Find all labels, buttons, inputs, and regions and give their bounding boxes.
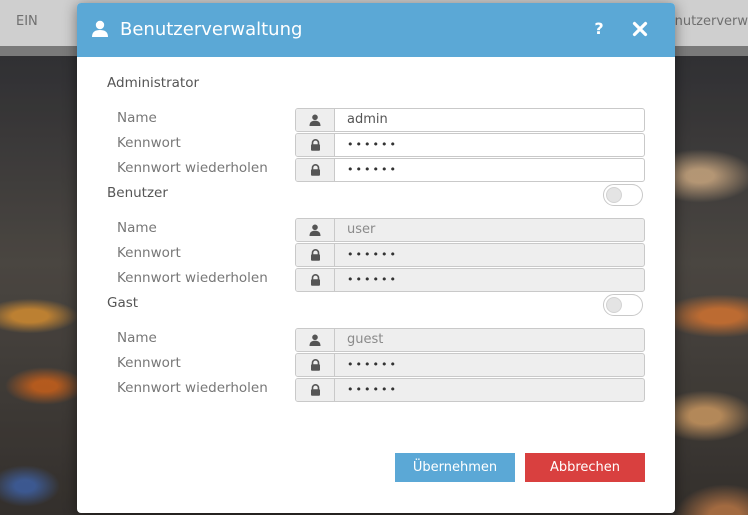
apply-button[interactable]: Übernehmen (395, 453, 515, 482)
gast-password-repeat-label: Kennwort wiederholen (117, 380, 268, 396)
section-title-benutzer: Benutzer (107, 185, 168, 201)
lock-icon (296, 159, 335, 181)
user-management-dialog: Benutzerverwaltung ? Administrator Name … (77, 3, 675, 513)
section-title-administrator: Administrator (107, 75, 200, 91)
gast-password-repeat-value: •••••• (347, 383, 398, 396)
admin-password-field[interactable]: •••••• (295, 133, 645, 157)
benutzer-password-value: •••••• (347, 248, 398, 261)
lock-icon (296, 269, 335, 291)
background-topbar-left-text: EIN (16, 14, 38, 29)
gast-password-repeat-field[interactable]: •••••• (295, 378, 645, 402)
admin-name-field[interactable]: admin (295, 108, 645, 132)
benutzer-toggle[interactable] (603, 184, 643, 206)
benutzer-name-field[interactable]: user (295, 218, 645, 242)
gast-password-value: •••••• (347, 358, 398, 371)
user-icon (296, 219, 335, 241)
cancel-button[interactable]: Abbrechen (525, 453, 645, 482)
dialog-header: Benutzerverwaltung ? (77, 3, 675, 57)
gast-name-label: Name (117, 330, 157, 346)
toggle-knob (606, 187, 622, 203)
benutzer-name-value: user (347, 222, 376, 237)
benutzer-password-repeat-field[interactable]: •••••• (295, 268, 645, 292)
user-icon (296, 329, 335, 351)
admin-password-repeat-label: Kennwort wiederholen (117, 160, 268, 176)
benutzer-password-repeat-value: •••••• (347, 273, 398, 286)
help-icon[interactable]: ? (592, 19, 606, 39)
admin-name-value: admin (347, 112, 388, 127)
gast-name-value: guest (347, 332, 384, 347)
lock-icon (296, 134, 335, 156)
section-title-gast: Gast (107, 295, 139, 311)
user-icon (296, 109, 335, 131)
benutzer-password-repeat-label: Kennwort wiederholen (117, 270, 268, 286)
admin-name-label: Name (117, 110, 157, 126)
toggle-knob (606, 297, 622, 313)
lock-icon (296, 354, 335, 376)
user-icon (91, 20, 109, 42)
admin-password-label: Kennwort (117, 135, 181, 151)
admin-password-value: •••••• (347, 138, 398, 151)
admin-password-repeat-field[interactable]: •••••• (295, 158, 645, 182)
lock-icon (296, 244, 335, 266)
lock-icon (296, 379, 335, 401)
gast-name-field[interactable]: guest (295, 328, 645, 352)
dialog-title: Benutzerverwaltung (120, 19, 303, 40)
benutzer-name-label: Name (117, 220, 157, 236)
gast-password-label: Kennwort (117, 355, 181, 371)
gast-password-field[interactable]: •••••• (295, 353, 645, 377)
gast-toggle[interactable] (603, 294, 643, 316)
benutzer-password-label: Kennwort (117, 245, 181, 261)
benutzer-password-field[interactable]: •••••• (295, 243, 645, 267)
admin-password-repeat-value: •••••• (347, 163, 398, 176)
close-icon[interactable] (632, 21, 648, 41)
